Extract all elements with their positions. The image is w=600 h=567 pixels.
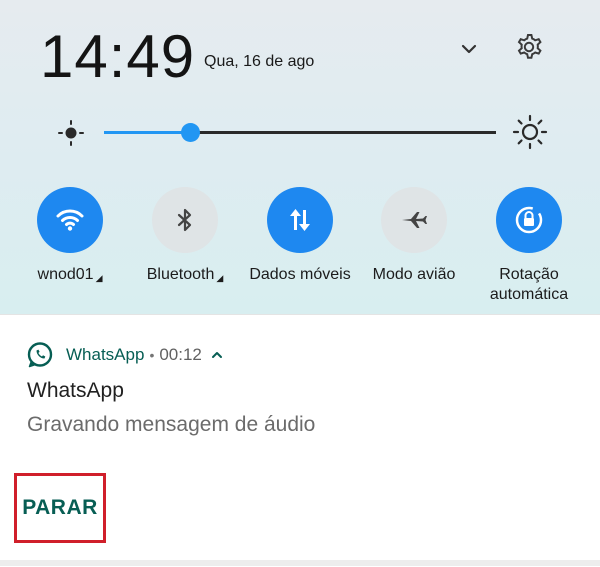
tile-auto-rotate-button[interactable] <box>496 187 562 253</box>
brightness-track[interactable] <box>104 131 496 134</box>
separator-dot: • <box>149 347 155 363</box>
tile-wifi-button[interactable] <box>37 187 103 253</box>
brightness-track-fill <box>104 131 191 134</box>
tile-mobile-data[interactable]: Dados móveis <box>242 187 358 285</box>
brightness-low-icon <box>58 120 84 146</box>
tile-airplane-button[interactable] <box>381 187 447 253</box>
mobile-data-icon <box>290 209 310 231</box>
airplane-icon <box>402 212 427 228</box>
stop-button-label: PARAR <box>22 496 98 519</box>
date: Qua, 16 de ago <box>204 53 315 70</box>
chevron-down-icon[interactable] <box>458 38 480 60</box>
brightness-thumb[interactable] <box>180 123 200 142</box>
auto-rotate-icon <box>515 206 543 234</box>
tile-airplane-label: Modo avião <box>372 266 456 283</box>
tile-bluetooth-button[interactable] <box>152 187 218 253</box>
clock: 14:49 <box>40 23 196 90</box>
notification-divider <box>0 560 600 566</box>
quick-settings-panel: 14:49 Qua, 16 de ago wnod01 ◢ Bluetooth … <box>0 0 600 314</box>
notification-title: WhatsApp <box>27 379 124 402</box>
notification-app-name: WhatsApp <box>66 345 145 364</box>
brightness-high-icon <box>512 114 548 150</box>
tile-airplane[interactable]: Modo avião <box>356 187 472 285</box>
tile-mobile-data-label: Dados móveis <box>249 266 351 283</box>
notification-text: Gravando mensagem de áudio <box>27 413 316 436</box>
tile-auto-rotate[interactable]: Rotação automática <box>471 187 587 305</box>
quick-settings-tiles: wnod01 ◢ Bluetooth ◢ Dados móveis Modo a… <box>0 187 600 307</box>
gear-icon[interactable] <box>512 30 546 64</box>
stop-button[interactable]: PARAR <box>14 473 106 543</box>
tile-bluetooth-label: Bluetooth ◢ <box>146 266 224 283</box>
whatsapp-icon <box>27 342 53 368</box>
wifi-icon <box>56 209 84 231</box>
bluetooth-icon <box>177 208 192 232</box>
notification-header: WhatsApp • 00:12 <box>26 341 224 369</box>
tile-auto-rotate-label: Rotação automática <box>489 266 569 303</box>
tile-mobile-data-button[interactable] <box>267 187 333 253</box>
whatsapp-notification[interactable]: WhatsApp • 00:12 WhatsApp Gravando mensa… <box>0 314 600 567</box>
tile-bluetooth[interactable]: Bluetooth ◢ <box>127 187 243 288</box>
notification-time: 00:12 <box>159 345 202 364</box>
chevron-up-icon[interactable] <box>210 348 224 362</box>
tile-wifi[interactable]: wnod01 ◢ <box>12 187 128 288</box>
brightness-slider[interactable] <box>52 112 552 154</box>
tile-wifi-label: wnod01 ◢ <box>37 266 103 283</box>
